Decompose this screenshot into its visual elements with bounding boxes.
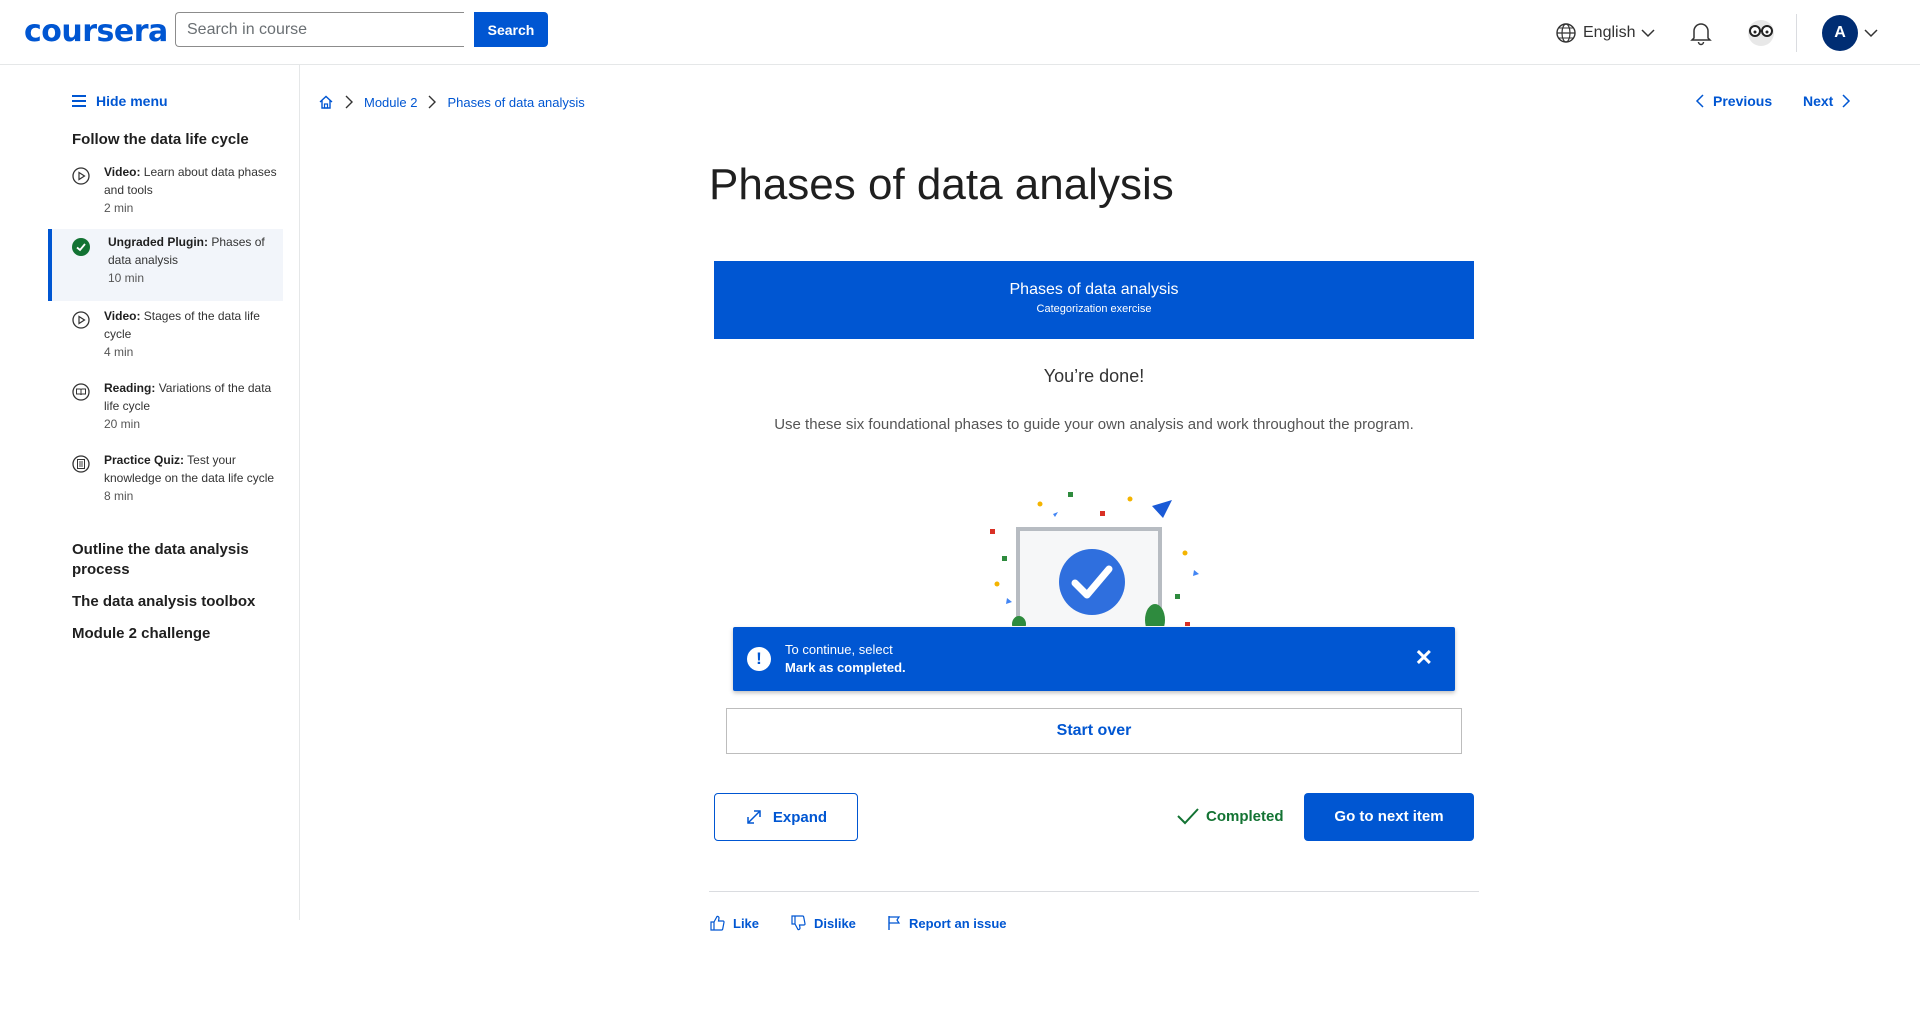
done-heading: You’re done! (1043, 366, 1145, 386)
exclamation-icon: ! (747, 647, 771, 671)
play-icon (72, 311, 90, 329)
globe-icon (1556, 23, 1576, 43)
sidebar-item-video-stages[interactable]: Video: Stages of the data life cycle 4 m… (48, 307, 283, 373)
completed-label: Completed (1206, 807, 1284, 825)
chevron-down-icon (1641, 29, 1656, 38)
hamburger-icon (72, 95, 86, 107)
hide-menu-button[interactable]: Hide menu (72, 93, 168, 109)
item-duration: 2 min (104, 201, 134, 215)
thumbs-down-icon (791, 915, 806, 931)
item-duration: 4 min (104, 345, 134, 359)
section-title-outline-process[interactable]: Outline the data analysis process (72, 540, 272, 580)
completion-illustration (990, 492, 1199, 626)
banner-subtitle: Categorization exercise (1036, 303, 1152, 315)
continue-toast: ! To continue, select Mark as completed.… (733, 627, 1455, 691)
sidebar-item-plugin-phases[interactable]: Ungraded Plugin: Phases of data analysis… (48, 229, 283, 301)
home-icon[interactable] (318, 94, 334, 110)
close-icon[interactable]: ✕ (1415, 645, 1433, 671)
divider (709, 891, 1479, 892)
expand-label: Expand (772, 808, 828, 826)
item-duration: 20 min (104, 417, 141, 431)
report-issue-button[interactable]: Report an issue (887, 915, 1007, 931)
item-type: Ungraded Plugin: (108, 235, 208, 249)
chevron-right-icon (428, 95, 437, 109)
flag-icon (888, 916, 901, 930)
course-sidebar: Hide menu Follow the data life cycle Vid… (0, 65, 300, 920)
checkmark-icon (1177, 808, 1199, 825)
completed-status: Completed (1176, 806, 1284, 826)
chevron-down-icon[interactable] (1864, 28, 1878, 38)
chevron-right-icon (1842, 94, 1851, 108)
page-title: Phases of data analysis (709, 160, 1174, 209)
book-icon (72, 383, 90, 401)
header-divider (1796, 14, 1797, 52)
quiz-icon (72, 455, 90, 473)
ai-coach-icon[interactable] (1745, 18, 1777, 48)
check-circle-icon (72, 238, 90, 256)
search-button[interactable]: Search (474, 12, 548, 47)
item-type: Video: (104, 309, 141, 323)
breadcrumb: Module 2 Phases of data analysis (318, 94, 585, 110)
start-over-button[interactable]: Start over (726, 708, 1462, 754)
previous-label: Previous (1713, 93, 1773, 109)
bell-icon[interactable] (1689, 20, 1713, 46)
avatar[interactable]: A (1822, 15, 1858, 51)
search-input[interactable] (175, 12, 464, 47)
play-icon (72, 167, 90, 185)
language-selector[interactable]: English (1555, 22, 1656, 44)
toast-line-2: Mark as completed. (785, 660, 906, 675)
breadcrumb-module[interactable]: Module 2 (364, 95, 417, 110)
like-label: Like (733, 915, 760, 931)
next-button[interactable]: Next (1803, 93, 1851, 109)
banner-title: Phases of data analysis (1009, 281, 1179, 298)
item-duration: 10 min (108, 271, 145, 285)
previous-button[interactable]: Previous (1695, 93, 1772, 109)
go-to-next-item-button[interactable]: Go to next item (1304, 793, 1474, 841)
dislike-button[interactable]: Dislike (790, 915, 856, 931)
hide-menu-label: Hide menu (96, 93, 168, 109)
sidebar-item-reading-variations[interactable]: Reading: Variations of the data life cyc… (48, 379, 283, 445)
chevron-right-icon (345, 95, 353, 109)
item-type: Video: (104, 165, 141, 179)
item-duration: 8 min (104, 489, 134, 503)
item-type: Reading: (104, 381, 156, 395)
breadcrumb-current[interactable]: Phases of data analysis (447, 95, 584, 110)
expand-icon (747, 810, 761, 824)
top-header: coursera Search English A (0, 0, 1920, 65)
thumbs-up-icon (710, 915, 725, 931)
sidebar-item-quiz-life-cycle[interactable]: Practice Quiz: Test your knowledge on th… (48, 451, 283, 535)
chevron-left-icon (1695, 94, 1704, 108)
language-label: English (1583, 24, 1636, 41)
item-type: Practice Quiz: (104, 453, 185, 467)
expand-button[interactable]: Expand (714, 793, 858, 841)
coursera-logo[interactable]: coursera (24, 14, 168, 49)
done-description: Use these six foundational phases to gui… (774, 416, 1414, 433)
dislike-label: Dislike (814, 915, 856, 931)
next-label: Next (1803, 93, 1834, 109)
sidebar-item-video-learn[interactable]: Video: Learn about data phases and tools… (48, 163, 283, 229)
section-title-follow-life-cycle[interactable]: Follow the data life cycle (72, 130, 272, 150)
toast-line-1: To continue, select (785, 642, 893, 657)
section-title-module-challenge[interactable]: Module 2 challenge (72, 624, 272, 644)
like-button[interactable]: Like (709, 915, 759, 931)
plugin-banner: Phases of data analysis Categorization e… (714, 261, 1474, 339)
section-title-toolbox[interactable]: The data analysis toolbox (72, 592, 272, 612)
report-issue-label: Report an issue (909, 915, 1007, 931)
